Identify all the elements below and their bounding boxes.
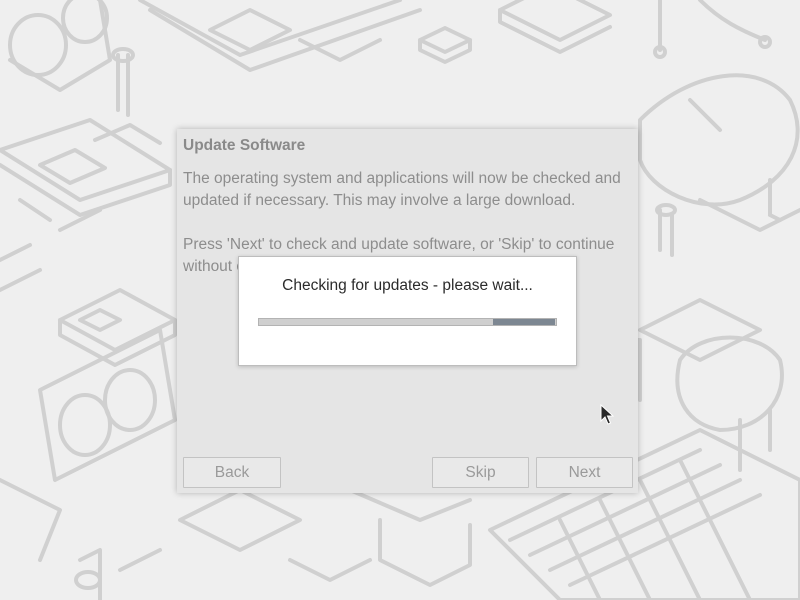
skip-button[interactable]: Skip (432, 457, 529, 488)
mouse-pointer-icon (600, 403, 615, 426)
next-button[interactable]: Next (536, 457, 633, 488)
back-button[interactable]: Back (183, 457, 281, 488)
progress-bar (258, 318, 557, 326)
description-paragraph-1: The operating system and applications wi… (183, 170, 621, 209)
dialog-title: Update Software (183, 137, 306, 154)
progress-bar-pulse (493, 319, 555, 325)
progress-message: Checking for updates - please wait... (282, 277, 533, 294)
checking-updates-dialog: Checking for updates - please wait... (238, 256, 577, 366)
